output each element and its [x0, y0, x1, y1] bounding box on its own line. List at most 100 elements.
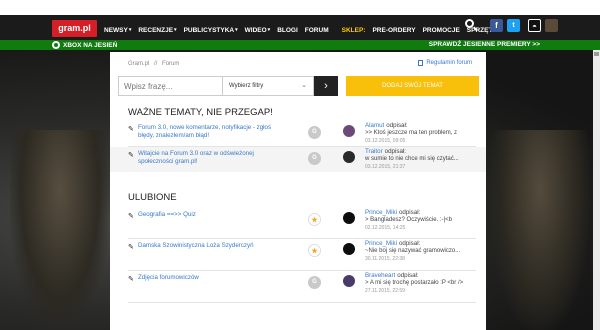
- last-post-excerpt[interactable]: > Bangladesz? Oczywiście. :-|<b: [365, 217, 452, 223]
- search-input[interactable]: [119, 77, 222, 95]
- thread-title[interactable]: Damska Szowinistyczna Loża Szyderczyń: [138, 242, 278, 250]
- search-icon[interactable]: [464, 18, 478, 32]
- author-name[interactable]: Prince_Miki: [365, 240, 397, 247]
- chevron-down-icon: ▾: [174, 27, 177, 33]
- pencil-icon: ✎: [128, 152, 134, 159]
- group-badge[interactable]: G: [308, 126, 321, 139]
- row-divider: [128, 238, 476, 239]
- filter-select-label: Wybierz filtry: [229, 83, 264, 89]
- header-icons: f t ◓: [464, 18, 558, 32]
- chevron-down-icon: ⌄: [301, 82, 307, 89]
- thread-row[interactable]: ✎ Forum 3.0, nowe komentarze, notyfikacje…: [110, 121, 486, 146]
- search-box: [118, 76, 222, 96]
- last-post-author[interactable]: Braveheart odpisał:: [365, 272, 419, 279]
- main-nav: NEWSY ▾ RECENZJE ▾ PUBLICYSTYKA ▾ WIDEO ▾ BLOGI F…: [104, 23, 499, 37]
- author-name[interactable]: Alamut: [365, 122, 384, 129]
- star-icon[interactable]: ★: [308, 213, 321, 226]
- last-post-author[interactable]: Alamut odpisał:: [365, 122, 408, 129]
- thread-title[interactable]: Witajcie na Forum 3.0 oraz w odświeżonej…: [138, 150, 278, 166]
- nav-item-label: FORUM: [304, 26, 329, 34]
- shop-nav-item-0[interactable]: PRE-ORDERY: [372, 27, 415, 34]
- author-name[interactable]: Braveheart: [365, 272, 395, 279]
- soldier-art-left: [10, 130, 110, 330]
- last-post-author[interactable]: Prince_Miki odpisał:: [365, 209, 420, 216]
- user-icon[interactable]: ◓: [528, 18, 541, 32]
- filter-select[interactable]: Wybierz filtry ⌄: [222, 76, 314, 96]
- soldier-art-right: [490, 130, 590, 330]
- last-post-author[interactable]: Traitor odpisał:: [365, 148, 406, 155]
- avatar[interactable]: [343, 125, 355, 137]
- avatar[interactable]: [343, 212, 355, 224]
- shop-nav-item-1[interactable]: PROMOCJE: [423, 27, 460, 34]
- reply-verb: odpisał:: [397, 272, 419, 279]
- promo-left-label: XBOX NA JESIEŃ: [63, 41, 118, 49]
- avatar[interactable]: [545, 18, 558, 32]
- nav-item-label: BLOGI: [277, 26, 298, 34]
- site-logo[interactable]: gram.pl: [52, 20, 97, 37]
- promo-link[interactable]: SPRAWDŹ JESIENNE PREMIERY >>: [429, 41, 540, 48]
- thread-row[interactable]: ✎ Zdjęcia forumowiczów G Braveheart odpisał:…: [110, 271, 486, 296]
- twitter-icon[interactable]: t: [507, 18, 520, 32]
- nav-item-3[interactable]: WIDEO ▾: [245, 27, 271, 34]
- chevron-down-icon: ▾: [128, 27, 132, 33]
- chevron-down-icon: ▾: [267, 27, 271, 33]
- favorites-section-title: ULUBIONE: [128, 192, 177, 203]
- nav-item-label: PUBLICYSTYKA: [183, 26, 235, 34]
- xbox-icon: [52, 41, 60, 49]
- last-post-excerpt[interactable]: ~Nie boj się nazywać gramowiczo...: [365, 248, 460, 254]
- chevron-down-icon: ▾: [235, 27, 238, 33]
- thread-title[interactable]: Zdjęcia forumowiczów: [138, 274, 278, 282]
- nav-item-1[interactable]: RECENZJE ▾: [138, 27, 176, 34]
- breadcrumb-forum[interactable]: Forum: [162, 61, 179, 67]
- star-icon[interactable]: ★: [308, 244, 321, 257]
- nav-item-0[interactable]: NEWSY ▾: [104, 27, 131, 34]
- thread-row[interactable]: ✎ Geografia ==>> Quiz ★ Prince_Miki odpisał:…: [110, 208, 486, 233]
- rules-link-label: Regulamin forum: [426, 60, 472, 66]
- avatar[interactable]: [343, 243, 355, 255]
- reply-verb: odpisał:: [398, 209, 421, 216]
- pencil-icon: ✎: [128, 276, 134, 283]
- thread-row[interactable]: ✎ Witajcie na Forum 3.0 oraz w odświeżone…: [110, 147, 486, 172]
- nav-item-4[interactable]: BLOGI: [277, 27, 298, 34]
- scrollbar[interactable]: [593, 50, 600, 330]
- group-badge[interactable]: G: [308, 276, 321, 289]
- thread-row[interactable]: ✎ Damska Szowinistyczna Loża Szyderczyń ★ P…: [110, 239, 486, 264]
- shop-label: SKLEP:: [341, 26, 366, 34]
- group-badge[interactable]: G: [308, 152, 321, 165]
- row-divider: [128, 146, 476, 147]
- last-post-time: 03.12.2015, 09:05: [365, 138, 406, 144]
- promo-left: XBOX NA JESIEŃ: [52, 41, 117, 49]
- add-topic-button[interactable]: DODAJ SWÓJ TEMAT: [346, 76, 479, 96]
- nav-item-5[interactable]: FORUM: [305, 27, 329, 34]
- thread-title[interactable]: Forum 3.0, nowe komentarze, notyfikacje …: [138, 124, 278, 140]
- breadcrumb: Gram.pl // Forum: [128, 61, 182, 67]
- last-post-excerpt[interactable]: > A mi się trochę postarzało :P <br />: [365, 280, 463, 286]
- last-post-author[interactable]: Prince_Miki odpisał:: [365, 240, 420, 247]
- nav-item-label: NEWSY: [104, 26, 128, 34]
- author-name[interactable]: Prince_Miki: [365, 209, 397, 216]
- last-post-time: 02.12.2015, 14:25: [365, 225, 406, 231]
- avatar[interactable]: [343, 151, 355, 163]
- avatar[interactable]: [343, 275, 355, 287]
- thread-title[interactable]: Geografia ==>> Quiz: [138, 211, 278, 219]
- rules-link[interactable]: Regulamin forum: [418, 60, 472, 66]
- author-name[interactable]: Traitor: [365, 148, 383, 155]
- nav-item-label: RECENZJE: [138, 26, 174, 34]
- last-post-excerpt[interactable]: w sumie to nie chce mi się czytać...: [365, 156, 459, 162]
- scrollbar-thumb[interactable]: [594, 52, 599, 56]
- reply-verb: odpisał:: [398, 240, 421, 247]
- reply-verb: odpisał:: [386, 122, 408, 129]
- promo-bar[interactable]: XBOX NA JESIEŃ SPRAWDŹ JESIENNE PREMIERY…: [0, 40, 600, 50]
- row-divider: [128, 270, 476, 271]
- forum-panel: Gram.pl // Forum Regulamin forum Wybierz…: [110, 52, 486, 330]
- nav-item-2[interactable]: PUBLICYSTYKA ▾: [184, 27, 238, 34]
- breadcrumb-home[interactable]: Gram.pl: [128, 61, 149, 67]
- last-post-time: 27.11.2015, 22:59: [365, 288, 405, 294]
- search-go-button[interactable]: ›: [314, 76, 338, 96]
- facebook-icon[interactable]: f: [490, 18, 503, 32]
- last-post-time: 30.11.2015, 22:38: [365, 256, 405, 262]
- row-divider: [128, 302, 476, 303]
- document-icon: [418, 60, 424, 66]
- pencil-icon: ✎: [128, 244, 134, 251]
- last-post-excerpt[interactable]: >> Ktoś jeszcze ma ten problem, z: [365, 130, 457, 136]
